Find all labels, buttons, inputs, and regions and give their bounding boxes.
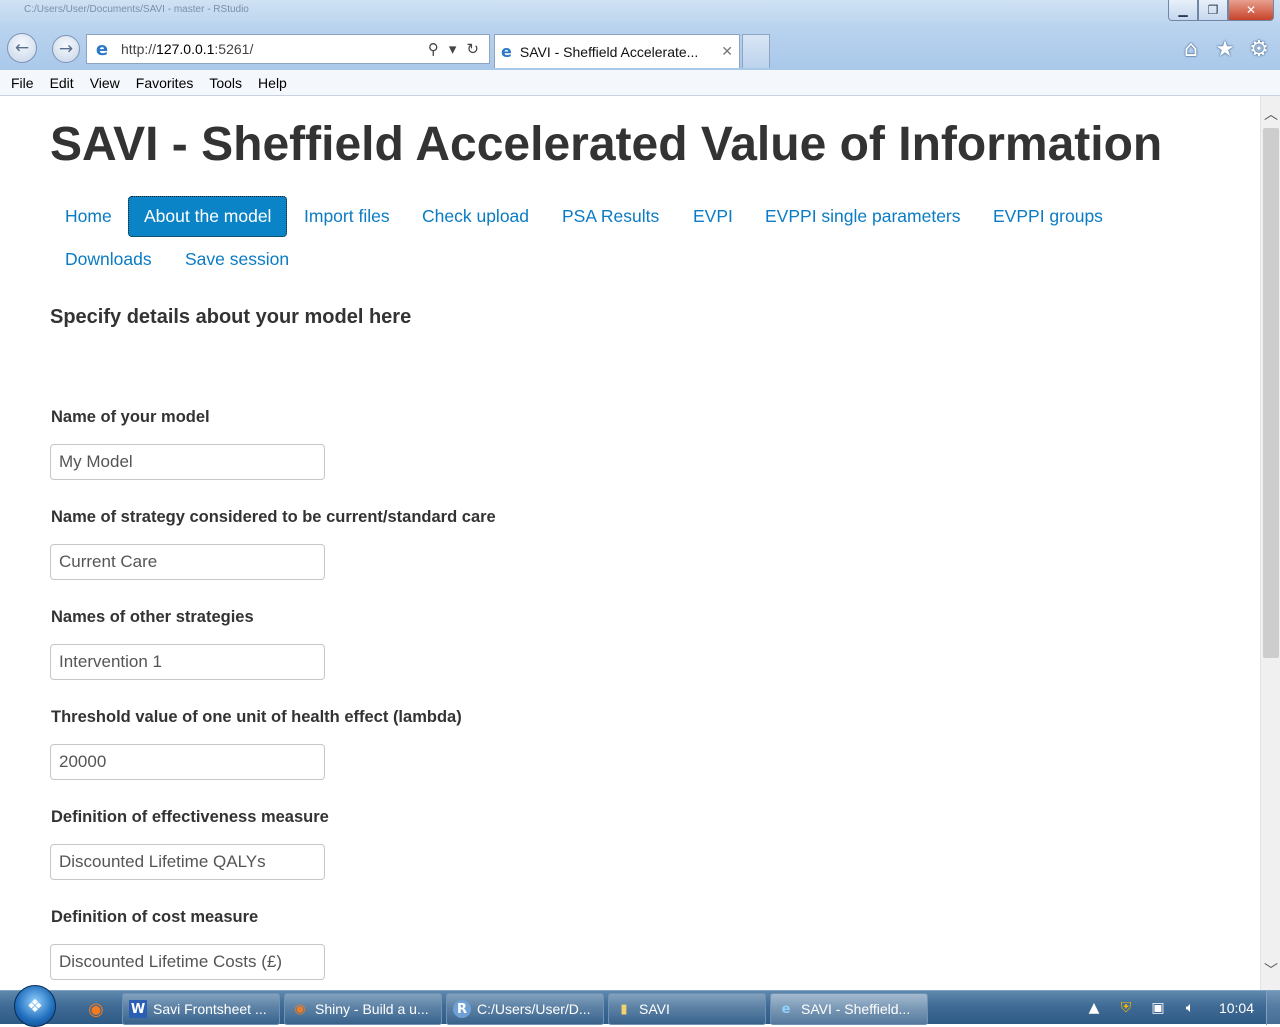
security-shield-icon[interactable]: ⛨ bbox=[1115, 997, 1137, 1019]
menu-file[interactable]: File bbox=[3, 75, 42, 91]
show-hidden-icons-icon[interactable]: ▲ bbox=[1083, 997, 1105, 1019]
window-controls: ▁ ❐ ✕ bbox=[1168, 0, 1274, 21]
lambda-label: Threshold value of one unit of health ef… bbox=[51, 708, 462, 726]
taskbar-item-label: Savi Frontsheet ... bbox=[153, 1001, 267, 1017]
window-titlebar: C:/Users/User/Documents/SAVI - master - … bbox=[0, 0, 1280, 70]
folder-icon: ▮ bbox=[620, 1001, 628, 1017]
windows-logo-icon: ❖ bbox=[26, 995, 44, 1017]
word-icon: W bbox=[129, 1000, 147, 1018]
menu-view[interactable]: View bbox=[82, 75, 128, 91]
tab-evppi-single-parameters[interactable]: EVPPI single parameters bbox=[749, 196, 977, 237]
refresh-icon[interactable]: ↻ bbox=[466, 40, 479, 58]
menu-edit[interactable]: Edit bbox=[42, 75, 82, 91]
menu-tools[interactable]: Tools bbox=[201, 75, 250, 91]
restore-button[interactable]: ❐ bbox=[1198, 0, 1228, 21]
other-strategies-input[interactable] bbox=[50, 644, 325, 680]
menu-favorites[interactable]: Favorites bbox=[128, 75, 202, 91]
back-arrow-icon: ← bbox=[14, 38, 30, 58]
ie-tab-icon: e bbox=[501, 42, 512, 61]
taskbar-item-folder[interactable]: ▮ SAVI bbox=[608, 993, 766, 1025]
url-text[interactable]: http://127.0.0.1:5261/ bbox=[121, 41, 428, 57]
model-name-input[interactable] bbox=[50, 444, 325, 480]
ie-icon: e bbox=[781, 1001, 791, 1017]
system-tray: ▲ ⛨ ▣ 🔈︎ 10:04 bbox=[1083, 991, 1280, 1025]
taskbar: ❖ ◉ W Savi Frontsheet ... ◉ Shiny - Buil… bbox=[0, 985, 1280, 1027]
window-title: C:/Users/User/Documents/SAVI - master - … bbox=[24, 4, 249, 15]
page-content: SAVI - Sheffield Accelerated Value of In… bbox=[0, 96, 1260, 990]
show-desktop-button[interactable] bbox=[1266, 991, 1280, 1025]
lambda-input[interactable] bbox=[50, 744, 325, 780]
tab-psa-results[interactable]: PSA Results bbox=[546, 196, 675, 237]
dropdown-arrow-icon[interactable]: ▾ bbox=[449, 40, 457, 58]
tab-check-upload[interactable]: Check upload bbox=[406, 196, 545, 237]
scroll-down-icon[interactable]: ﹀ bbox=[1261, 960, 1280, 980]
scrollbar-thumb[interactable] bbox=[1263, 128, 1279, 658]
start-button[interactable]: ❖ bbox=[14, 985, 56, 1027]
tab-evpi[interactable]: EVPI bbox=[677, 196, 749, 237]
forward-arrow-icon: → bbox=[58, 39, 74, 59]
rstudio-icon: R bbox=[453, 1000, 471, 1018]
taskbar-item-ie[interactable]: e SAVI - Sheffield... bbox=[770, 993, 928, 1025]
page-title: SAVI - Sheffield Accelerated Value of In… bbox=[50, 118, 1163, 171]
cost-measure-label: Definition of cost measure bbox=[51, 908, 259, 926]
address-bar[interactable]: e http://127.0.0.1:5261/ ⚲ ▾ ↻ bbox=[86, 34, 490, 64]
back-button[interactable]: ← bbox=[7, 33, 37, 63]
tab-downloads[interactable]: Downloads bbox=[49, 239, 168, 280]
cost-measure-input[interactable] bbox=[50, 944, 325, 980]
tab-save-session[interactable]: Save session bbox=[169, 239, 305, 280]
taskbar-item-label: Shiny - Build a u... bbox=[315, 1001, 429, 1017]
taskbar-item-label: C:/Users/User/D... bbox=[477, 1001, 591, 1017]
menu-help[interactable]: Help bbox=[250, 75, 295, 91]
ie-icon: e bbox=[95, 38, 109, 60]
search-icon[interactable]: ⚲ bbox=[428, 40, 439, 58]
model-name-label: Name of your model bbox=[51, 408, 210, 426]
taskbar-item-firefox[interactable]: ◉ Shiny - Build a u... bbox=[284, 993, 442, 1025]
current-care-label: Name of strategy considered to be curren… bbox=[51, 508, 496, 526]
favorites-star-icon[interactable]: ★ bbox=[1212, 36, 1238, 62]
scroll-up-icon[interactable]: ︿ bbox=[1261, 104, 1280, 124]
minimize-button[interactable]: ▁ bbox=[1168, 0, 1198, 21]
current-care-input[interactable] bbox=[50, 544, 325, 580]
clock[interactable]: 10:04 bbox=[1219, 1000, 1254, 1016]
tab-home[interactable]: Home bbox=[49, 196, 128, 237]
tab-about-the-model[interactable]: About the model bbox=[128, 196, 288, 237]
forward-button[interactable]: → bbox=[52, 35, 80, 63]
taskbar-item-word[interactable]: W Savi Frontsheet ... bbox=[122, 993, 280, 1025]
close-tab-icon[interactable]: ✕ bbox=[721, 44, 733, 60]
home-icon[interactable]: ⌂ bbox=[1178, 36, 1204, 62]
close-window-button[interactable]: ✕ bbox=[1228, 0, 1274, 21]
vertical-scrollbar[interactable]: ︿ ﹀ bbox=[1260, 96, 1280, 990]
other-strategies-label: Names of other strategies bbox=[51, 608, 254, 626]
network-icon[interactable]: ▣ bbox=[1147, 997, 1169, 1019]
taskbar-item-label: SAVI bbox=[639, 1001, 670, 1017]
menu-bar: File Edit View Favorites Tools Help bbox=[0, 70, 1280, 96]
taskbar-item-rstudio[interactable]: R C:/Users/User/D... bbox=[446, 993, 604, 1025]
browser-toolbar-right: ⌂ ★ ⚙ bbox=[1178, 36, 1272, 62]
settings-gear-icon[interactable]: ⚙ bbox=[1246, 36, 1272, 62]
tab-title: SAVI - Sheffield Accelerate... bbox=[519, 43, 699, 60]
new-tab-button[interactable] bbox=[742, 34, 770, 68]
effectiveness-measure-label: Definition of effectiveness measure bbox=[51, 808, 329, 826]
effectiveness-measure-input[interactable] bbox=[50, 844, 325, 880]
tab-import-files[interactable]: Import files bbox=[288, 196, 406, 237]
taskbar-item-label: SAVI - Sheffield... bbox=[801, 1001, 911, 1017]
volume-icon[interactable]: 🔈︎ bbox=[1179, 997, 1201, 1019]
firefox-icon: ◉ bbox=[294, 1001, 306, 1017]
section-heading: Specify details about your model here bbox=[50, 306, 412, 328]
firefox-pinned-icon[interactable]: ◉ bbox=[82, 995, 110, 1023]
tab-evppi-groups[interactable]: EVPPI groups bbox=[977, 196, 1119, 237]
browser-tab[interactable]: e SAVI - Sheffield Accelerate... ✕ bbox=[494, 34, 740, 68]
